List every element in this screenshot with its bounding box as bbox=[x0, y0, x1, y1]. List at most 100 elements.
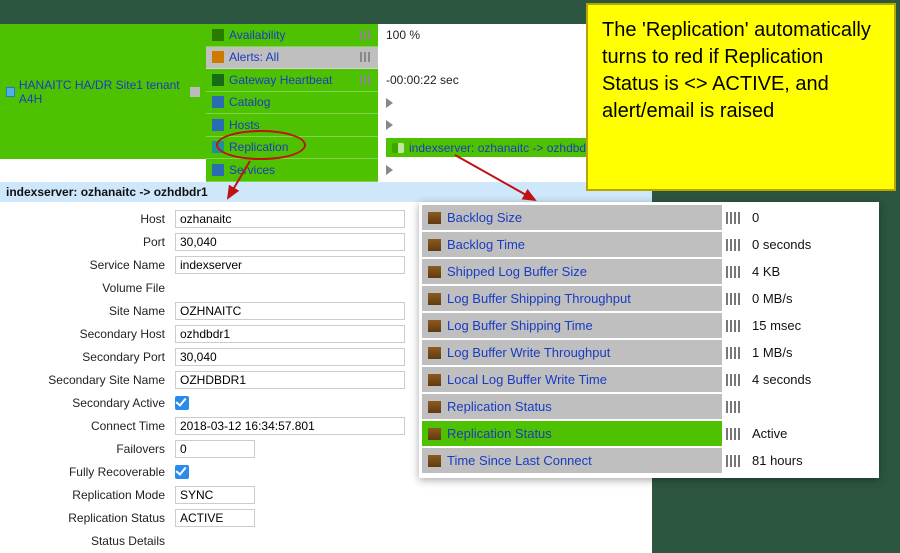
root-node[interactable]: HANAITC HA/DR Site1 tenant A4H bbox=[0, 24, 206, 159]
metric-value: 0 seconds bbox=[748, 237, 811, 252]
metric-value: Active bbox=[748, 426, 787, 441]
heartbeat-icon bbox=[212, 74, 224, 86]
metric-link[interactable]: Shipped Log Buffer Size bbox=[447, 264, 716, 279]
metric-label-cell[interactable]: Backlog Size bbox=[422, 205, 722, 230]
secsite-field[interactable] bbox=[175, 371, 405, 389]
metric-label-cell[interactable]: Replication Status bbox=[422, 421, 722, 446]
building-icon bbox=[428, 293, 441, 305]
detail-header: indexserver: ozhanaitc -> ozhdbdr1 bbox=[0, 182, 652, 202]
chevron-right-icon bbox=[386, 165, 393, 175]
metric-row: Log Buffer Shipping Throughput 0 MB/s bbox=[422, 286, 876, 311]
nav-item-services[interactable]: Services bbox=[206, 159, 378, 182]
nav-link[interactable]: Availability bbox=[229, 28, 360, 42]
building-icon bbox=[428, 347, 441, 359]
lbl-volume: Volume File bbox=[0, 277, 165, 300]
building-icon bbox=[428, 266, 441, 278]
metric-row: Local Log Buffer Write Time 4 seconds bbox=[422, 367, 876, 392]
nav-link[interactable]: Hosts bbox=[229, 118, 372, 132]
sechost-field[interactable] bbox=[175, 325, 405, 343]
nav-link[interactable]: Alerts: All bbox=[229, 50, 360, 64]
metric-link[interactable]: Backlog Size bbox=[447, 210, 716, 225]
metric-value: 15 msec bbox=[748, 318, 801, 333]
nav-item-alerts[interactable]: Alerts: All bbox=[206, 47, 378, 70]
metric-label-cell[interactable]: Time Since Last Connect bbox=[422, 448, 722, 473]
metric-row: Shipped Log Buffer Size4 KB bbox=[422, 259, 876, 284]
replstatus-field[interactable] bbox=[175, 509, 255, 527]
status-icon bbox=[190, 87, 200, 97]
metric-link[interactable]: Replication Status bbox=[447, 426, 716, 441]
metric-link[interactable]: Backlog Time bbox=[447, 237, 716, 252]
replication-icon bbox=[212, 141, 224, 153]
building-icon bbox=[428, 374, 441, 386]
bars-icon bbox=[726, 239, 740, 251]
metric-value: 4 seconds bbox=[748, 372, 811, 387]
metric-label-cell[interactable]: Log Buffer Shipping Throughput bbox=[422, 286, 722, 311]
lbl-sechost: Secondary Host bbox=[0, 323, 165, 346]
metric-link[interactable]: Log Buffer Shipping Throughput bbox=[447, 291, 716, 306]
metric-row: Replication Status bbox=[422, 394, 876, 419]
port-field[interactable] bbox=[175, 233, 405, 251]
metric-link[interactable]: Replication Status bbox=[447, 399, 716, 414]
lbl-recover: Fully Recoverable bbox=[0, 461, 165, 484]
failovers-field[interactable] bbox=[175, 440, 255, 458]
lbl-connect: Connect Time bbox=[0, 415, 165, 438]
metric-row: Time Since Last Connect 81 hours bbox=[422, 448, 876, 473]
building-icon bbox=[428, 455, 441, 467]
bars-icon bbox=[726, 347, 740, 359]
device-icon bbox=[6, 87, 15, 97]
bars-icon bbox=[726, 455, 740, 467]
service-field[interactable] bbox=[175, 256, 405, 274]
lbl-secsite: Secondary Site Name bbox=[0, 369, 165, 392]
bars-icon bbox=[726, 401, 740, 413]
metric-label-cell[interactable]: Backlog Time bbox=[422, 232, 722, 257]
nav-link[interactable]: Catalog bbox=[229, 95, 372, 109]
metric-label-cell[interactable]: Log Buffer Shipping Time bbox=[422, 313, 722, 338]
building-icon bbox=[428, 401, 441, 413]
bars-icon bbox=[360, 30, 372, 40]
metric-link[interactable]: Local Log Buffer Write Time bbox=[447, 372, 716, 387]
metric-label-cell[interactable]: Shipped Log Buffer Size bbox=[422, 259, 722, 284]
nav-item-gateway[interactable]: Gateway Heartbeat bbox=[206, 69, 378, 92]
metric-row: Log Buffer Write Throughput 1 MB/s bbox=[422, 340, 876, 365]
bars-icon bbox=[726, 293, 740, 305]
nav-item-catalog[interactable]: Catalog bbox=[206, 92, 378, 115]
nav-item-availability[interactable]: Availability bbox=[206, 24, 378, 47]
nav-link[interactable]: Replication bbox=[229, 140, 372, 154]
metric-link[interactable]: Time Since Last Connect bbox=[447, 453, 716, 468]
metric-value: 0 MB/s bbox=[748, 291, 792, 306]
catalog-icon bbox=[212, 96, 224, 108]
replication-child-link[interactable]: indexserver: ozhanaitc -> ozhdbdr1 bbox=[409, 141, 597, 155]
secondary-active-checkbox[interactable] bbox=[175, 396, 189, 410]
host-field[interactable] bbox=[175, 210, 405, 228]
root-link[interactable]: HANAITC HA/DR Site1 tenant A4H bbox=[6, 78, 200, 106]
metric-link[interactable]: Log Buffer Write Throughput bbox=[447, 345, 716, 360]
fully-recoverable-checkbox[interactable] bbox=[175, 465, 189, 479]
metric-value: 0 bbox=[748, 210, 759, 225]
metric-label-cell[interactable]: Replication Status bbox=[422, 394, 722, 419]
metric-value: 1 MB/s bbox=[748, 345, 792, 360]
site-field[interactable] bbox=[175, 302, 405, 320]
metric-value: 81 hours bbox=[748, 453, 803, 468]
nav-item-replication[interactable]: Replication bbox=[206, 137, 378, 160]
chevron-right-icon bbox=[386, 98, 393, 108]
replmode-field[interactable] bbox=[175, 486, 255, 504]
metric-label-cell[interactable]: Log Buffer Write Throughput bbox=[422, 340, 722, 365]
connect-time-field[interactable] bbox=[175, 417, 405, 435]
lbl-site: Site Name bbox=[0, 300, 165, 323]
nav-link[interactable]: Services bbox=[229, 163, 372, 177]
replication-child-tag[interactable]: indexserver: ozhanaitc -> ozhdbdr1 bbox=[386, 138, 618, 157]
metric-link[interactable]: Log Buffer Shipping Time bbox=[447, 318, 716, 333]
lbl-statusdet: Status Details bbox=[0, 530, 165, 553]
bars-icon bbox=[726, 374, 740, 386]
check-icon bbox=[212, 29, 224, 41]
bars-icon bbox=[360, 75, 372, 85]
alert-icon bbox=[212, 51, 224, 63]
nav-item-hosts[interactable]: Hosts bbox=[206, 114, 378, 137]
chevron-right-icon bbox=[386, 120, 393, 130]
lbl-secactive: Secondary Active bbox=[0, 392, 165, 415]
metric-label-cell[interactable]: Local Log Buffer Write Time bbox=[422, 367, 722, 392]
metric-row: Backlog Time 0 seconds bbox=[422, 232, 876, 257]
building-icon bbox=[428, 239, 441, 251]
nav-link[interactable]: Gateway Heartbeat bbox=[229, 73, 360, 87]
secport-field[interactable] bbox=[175, 348, 405, 366]
